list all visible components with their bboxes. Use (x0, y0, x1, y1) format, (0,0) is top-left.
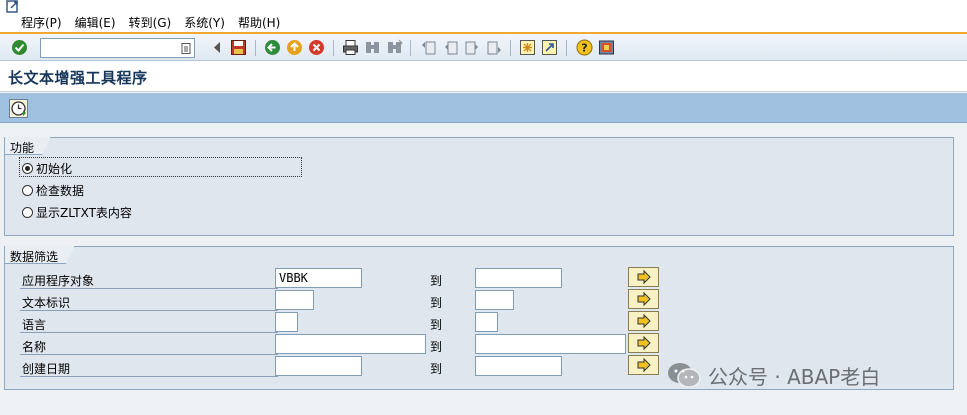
function-group: 功能 初始化 检查数据 显示ZLTXT表内容 (4, 137, 954, 236)
filter-label-created-date: 创建日期 (22, 362, 71, 376)
multiple-selection-arrow-icon (637, 357, 651, 373)
app-object-low-field[interactable] (275, 268, 362, 288)
created-date-high-input[interactable] (476, 357, 561, 375)
first-page-icon[interactable] (420, 39, 437, 56)
app-object-low-input[interactable] (276, 269, 361, 287)
name-low-field[interactable] (275, 334, 426, 354)
multiple-selection-arrow-icon (637, 291, 651, 307)
find-next-icon[interactable] (386, 39, 403, 56)
application-toolbar (0, 93, 967, 123)
create-session-icon[interactable] (519, 39, 536, 56)
execute-button[interactable] (9, 99, 28, 118)
app-object-multiple-selection-button[interactable] (628, 267, 659, 287)
language-multiple-selection-button[interactable] (628, 311, 659, 331)
last-page-icon[interactable] (486, 39, 503, 56)
menu-help[interactable]: 帮助(H) (238, 14, 280, 31)
exit-icon[interactable] (286, 39, 303, 56)
find-icon[interactable] (364, 39, 381, 56)
filter-label-language: 语言 (22, 318, 47, 332)
app-object-high-input[interactable] (476, 269, 561, 287)
command-field[interactable] (40, 38, 195, 58)
language-high-input[interactable] (476, 313, 497, 331)
watermark: 公众号 · ABAP老白 (666, 360, 880, 390)
filter-group-title: 数据筛选 (5, 246, 75, 264)
filter-label-app-object: 应用程序对象 (22, 274, 95, 288)
text-id-high-field[interactable] (475, 290, 514, 310)
multiple-selection-arrow-icon (637, 313, 651, 329)
command-history-icon[interactable] (181, 42, 191, 54)
radio-check-data[interactable]: 检查数据 (22, 181, 84, 199)
text-id-to-label: 到 (430, 296, 443, 310)
radio-show-zltxt-button[interactable] (22, 206, 33, 218)
language-low-field[interactable] (275, 312, 298, 332)
text-id-multiple-selection-button[interactable] (628, 289, 659, 309)
name-low-input[interactable] (276, 335, 425, 353)
next-page-icon[interactable] (464, 39, 481, 56)
radio-check-data-button[interactable] (22, 184, 33, 196)
watermark-text: 公众号 · ABAP老白 (708, 364, 881, 389)
created-date-to-label: 到 (430, 362, 443, 376)
created-date-low-input[interactable] (276, 357, 361, 375)
name-to-label: 到 (430, 340, 443, 354)
customize-layout-icon[interactable] (598, 39, 615, 56)
back-icon[interactable] (264, 39, 281, 56)
created-date-low-field[interactable] (275, 356, 362, 376)
enter-check-icon[interactable] (11, 39, 28, 56)
text-id-high-input[interactable] (476, 291, 513, 309)
menu-edit[interactable]: 编辑(E) (75, 14, 116, 31)
previous-page-icon[interactable] (442, 39, 459, 56)
radio-initialize[interactable]: 初始化 (22, 159, 72, 177)
app-object-to-label: 到 (430, 274, 443, 288)
name-high-input[interactable] (476, 335, 625, 353)
function-group-title: 功能 (5, 137, 51, 155)
execute-clock-icon (11, 101, 26, 116)
name-multiple-selection-button[interactable] (628, 333, 659, 353)
command-input[interactable] (41, 39, 177, 57)
name-high-field[interactable] (475, 334, 626, 354)
title-bar: 长文本增强工具程序 (0, 61, 967, 92)
filter-label-text-id: 文本标识 (22, 296, 71, 310)
menu-goto[interactable]: 转到(G) (129, 14, 172, 31)
save-icon[interactable] (230, 39, 247, 56)
radio-show-zltxt[interactable]: 显示ZLTXT表内容 (22, 203, 132, 221)
page-title: 长文本增强工具程序 (8, 69, 148, 87)
text-id-low-field[interactable] (275, 290, 314, 310)
app-object-high-field[interactable] (475, 268, 562, 288)
wechat-logo-icon (668, 363, 701, 388)
language-to-label: 到 (430, 318, 443, 332)
left-arrow-icon[interactable] (209, 39, 226, 56)
system-menu-icon[interactable] (6, 0, 20, 14)
language-high-field[interactable] (475, 312, 498, 332)
filter-label-name: 名称 (22, 340, 47, 354)
radio-check-data-label: 检查数据 (36, 183, 85, 198)
create-shortcut-icon[interactable] (541, 39, 558, 56)
multiple-selection-arrow-icon (637, 335, 651, 351)
radio-show-zltxt-label: 显示ZLTXT表内容 (36, 205, 132, 220)
created-date-multiple-selection-button[interactable] (628, 355, 659, 375)
menu-program[interactable]: 程序(P) (21, 14, 62, 31)
print-icon[interactable] (342, 39, 359, 56)
menu-system[interactable]: 系统(Y) (184, 14, 225, 31)
cancel-icon[interactable] (308, 39, 325, 56)
created-date-high-field[interactable] (475, 356, 562, 376)
radio-initialize-label: 初始化 (36, 161, 73, 176)
radio-initialize-button[interactable] (22, 162, 33, 174)
help-icon[interactable]: ? (576, 39, 593, 56)
multiple-selection-arrow-icon (637, 269, 651, 285)
language-low-input[interactable] (276, 313, 297, 331)
text-id-low-input[interactable] (276, 291, 313, 309)
menu-bar: 程序(P) 编辑(E) 转到(G) 系统(Y) 帮助(H) (0, 0, 967, 32)
system-toolbar: ? (0, 32, 967, 61)
svg-text:?: ? (581, 42, 587, 55)
